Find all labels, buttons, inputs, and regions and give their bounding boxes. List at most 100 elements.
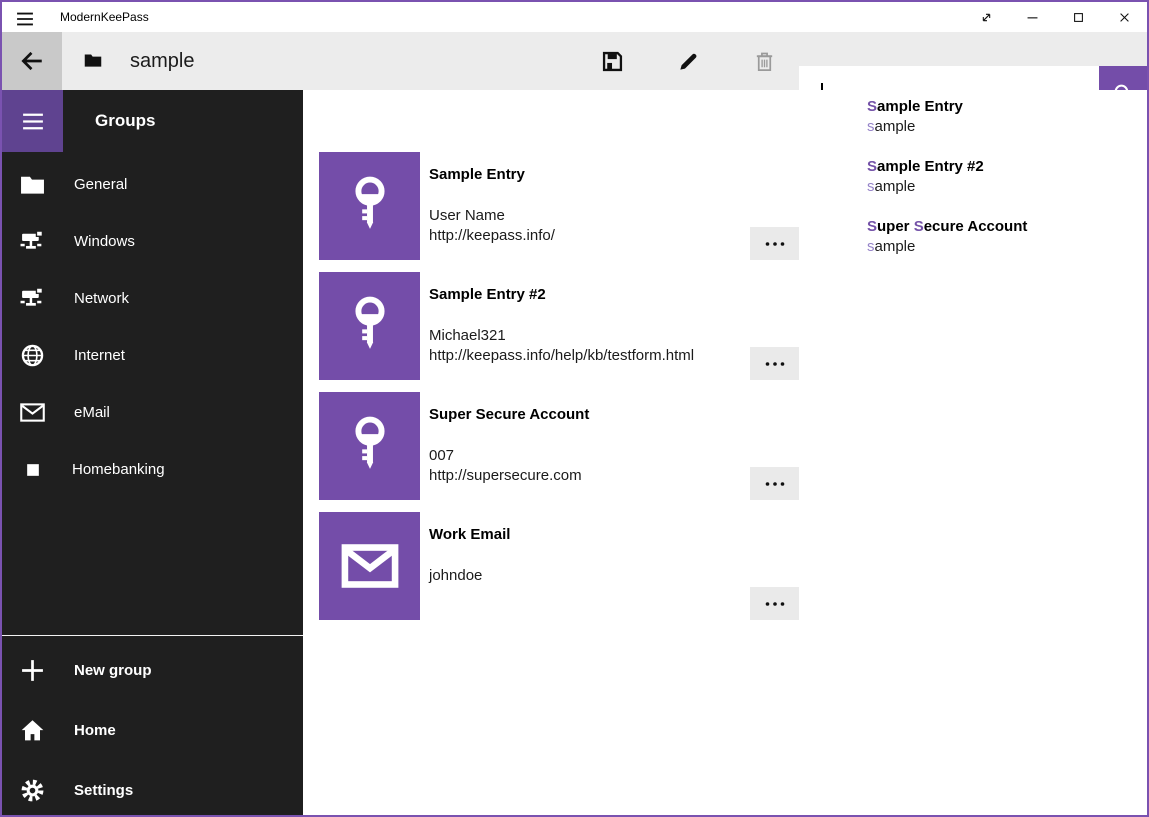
home-icon <box>20 718 45 743</box>
back-button[interactable] <box>2 32 62 90</box>
entry-item[interactable]: Sample Entry User Namehttp://keepass.info… <box>319 152 801 260</box>
sidebar-item-windows[interactable]: Windows <box>2 213 303 270</box>
suggestion-subtitle: sample <box>867 177 1147 197</box>
suggestion-subtitle: sample <box>867 117 1147 137</box>
folder-icon <box>84 53 102 67</box>
save-button[interactable] <box>588 32 636 90</box>
entry-detail-line: User Name <box>429 206 555 226</box>
entry-title: Work Email <box>429 526 510 543</box>
suggestion-title: Super Secure Account <box>867 217 1147 237</box>
mail-outline-icon <box>20 400 45 425</box>
delete-button <box>740 32 788 90</box>
entry-detail-line: http://keepass.info/help/kb/testform.htm… <box>429 346 694 366</box>
entry-details: User Namehttp://keepass.info/ <box>429 206 555 246</box>
minimize-button[interactable] <box>1009 2 1055 32</box>
group-list: General Windows Network InterneteMail Homeba… <box>2 156 303 498</box>
appbar-actions <box>588 32 788 90</box>
square-icon <box>23 460 43 480</box>
sidebar: Groups GeneralWindowsNetworkInterneteMai… <box>2 90 303 815</box>
sidebar-item-network[interactable]: Network <box>2 270 303 327</box>
entry-item[interactable]: Super Secure Account 007http://supersecur… <box>319 392 801 500</box>
more-dots-icon <box>763 480 787 488</box>
highlight-run: S <box>867 218 877 235</box>
maximize-icon <box>1070 9 1087 26</box>
search-suggestion[interactable]: Sample Entrysample <box>799 90 1147 150</box>
entry-tile <box>319 392 420 500</box>
sidebar-item-email[interactable]: eMail <box>2 384 303 441</box>
hamburger-icon <box>15 9 35 29</box>
highlight-run: s <box>867 178 875 195</box>
sidebar-item-label: Homebanking <box>72 461 165 478</box>
more-dots-icon <box>763 240 787 248</box>
fullscreen-icon <box>978 9 995 26</box>
highlight-run: S <box>914 218 924 235</box>
app-window: ModernKeePass sample s Groups GeneralWin… <box>0 0 1149 817</box>
sidebar-item-general[interactable]: General <box>2 156 303 213</box>
entry-tile <box>319 152 420 260</box>
sidebar-item-homebanking[interactable]: Homebanking <box>2 441 303 498</box>
entry-detail-line: johndoe <box>429 566 482 586</box>
appbar: sample s <box>2 32 1147 90</box>
sidebar-item-label: Network <box>74 290 129 307</box>
text-run: ample <box>875 178 916 195</box>
entry-title: Sample Entry <box>429 166 525 183</box>
text-run: ecure Account <box>924 218 1028 235</box>
window-title: ModernKeePass <box>60 2 149 32</box>
highlight-run: S <box>867 158 877 175</box>
edit-icon <box>677 50 700 73</box>
entry-item[interactable]: Work Email johndoe <box>319 512 801 620</box>
maximize-button[interactable] <box>1055 2 1101 32</box>
entry-detail-line: 007 <box>429 446 582 466</box>
sidebar-actions: New group Home Settings <box>2 640 303 817</box>
sidebar-item-settings[interactable]: Settings <box>2 760 303 817</box>
sidebar-item-home[interactable]: Home <box>2 700 303 760</box>
key-icon <box>348 175 392 237</box>
sidebar-item-internet[interactable]: Internet <box>2 327 303 384</box>
trash-icon <box>753 50 776 73</box>
more-dots-icon <box>763 360 787 368</box>
sidebar-item-label: Windows <box>74 233 135 250</box>
highlight-run: s <box>867 118 875 135</box>
suggestion-title: Sample Entry #2 <box>867 157 1147 177</box>
text-run: ample <box>875 118 916 135</box>
close-icon <box>1116 9 1133 26</box>
close-button[interactable] <box>1101 2 1147 32</box>
key-icon <box>348 295 392 357</box>
edit-button[interactable] <box>664 32 712 90</box>
sidebar-item-new-group[interactable]: New group <box>2 640 303 700</box>
search-suggestion[interactable]: Super Secure Accountsample <box>799 210 1147 270</box>
save-icon <box>601 50 624 73</box>
entry-detail-line: http://keepass.info/ <box>429 226 555 246</box>
search-suggestion[interactable]: Sample Entry #2sample <box>799 150 1147 210</box>
menu-toggle-button[interactable] <box>2 90 63 152</box>
more-options-button[interactable] <box>750 347 799 380</box>
text-run: uper <box>877 218 914 235</box>
plus-icon <box>20 658 45 683</box>
more-options-button[interactable] <box>750 467 799 500</box>
sidebar-item-label: Home <box>74 722 116 739</box>
entry-details: Michael321http://keepass.info/help/kb/te… <box>429 326 694 366</box>
minimize-icon <box>1024 9 1041 26</box>
entry-tile <box>319 272 420 380</box>
database-icon <box>84 53 102 68</box>
globe-icon <box>20 343 45 368</box>
entry-title: Super Secure Account <box>429 406 589 423</box>
fullscreen-button[interactable] <box>963 2 1009 32</box>
entry-details: johndoe <box>429 566 482 586</box>
database-title: sample <box>130 33 194 89</box>
entry-detail-line: Michael321 <box>429 326 694 346</box>
sidebar-item-label: Settings <box>74 782 133 799</box>
folder-icon <box>20 172 45 197</box>
sidebar-item-label: General <box>74 176 127 193</box>
entry-item[interactable]: Sample Entry #2Michael321http://keepass.… <box>319 272 801 380</box>
search-suggestions-popup: Sample EntrysampleSample Entry #2sampleS… <box>799 90 1147 282</box>
text-run: ample Entry #2 <box>877 158 984 175</box>
sidebar-item-label: New group <box>74 662 152 679</box>
gear-icon <box>20 778 45 803</box>
titlebar-menu-button[interactable] <box>15 9 35 25</box>
more-options-button[interactable] <box>750 227 799 260</box>
text-run: ample Entry <box>877 98 963 115</box>
entry-detail-line: http://supersecure.com <box>429 466 582 486</box>
mail-solid-icon <box>341 544 399 588</box>
more-options-button[interactable] <box>750 587 799 620</box>
